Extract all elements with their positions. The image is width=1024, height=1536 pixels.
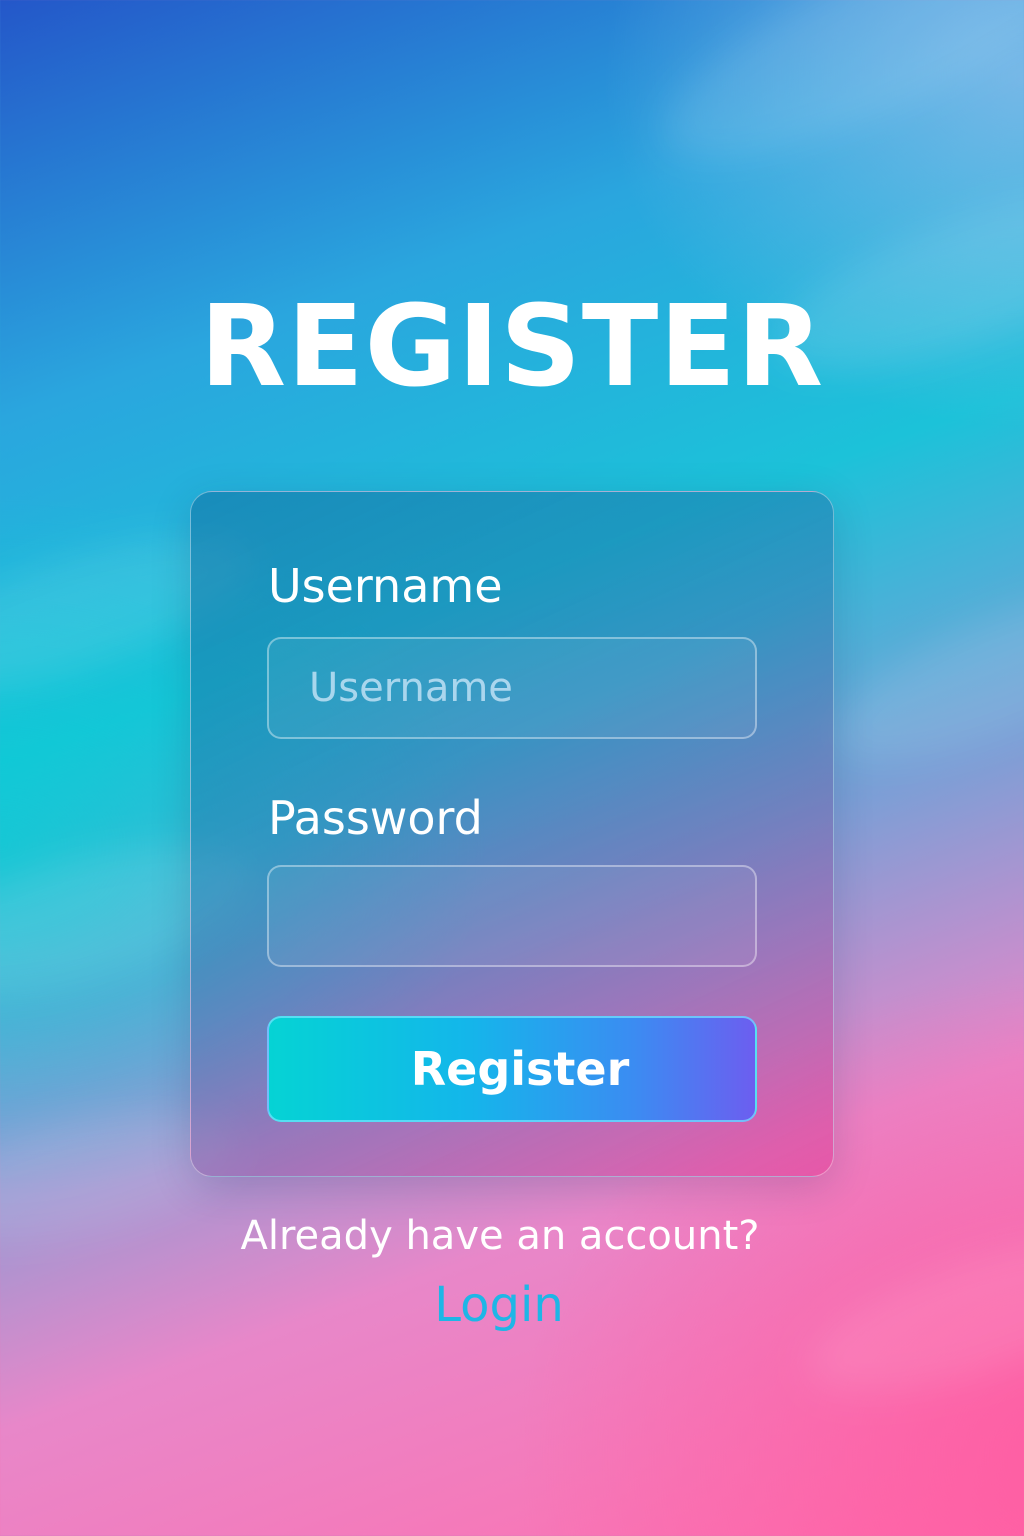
background-wave: [634, 0, 1024, 204]
username-label: Username: [268, 559, 503, 613]
register-button[interactable]: Register: [267, 1016, 757, 1122]
username-input[interactable]: [267, 637, 757, 739]
page-title: REGISTER: [199, 282, 825, 412]
login-link[interactable]: Login: [0, 1274, 998, 1336]
password-label: Password: [268, 791, 483, 845]
background-wave: [812, 556, 1024, 794]
account-prompt-text: Already have an account?: [240, 1213, 760, 1259]
password-input[interactable]: [267, 865, 757, 967]
